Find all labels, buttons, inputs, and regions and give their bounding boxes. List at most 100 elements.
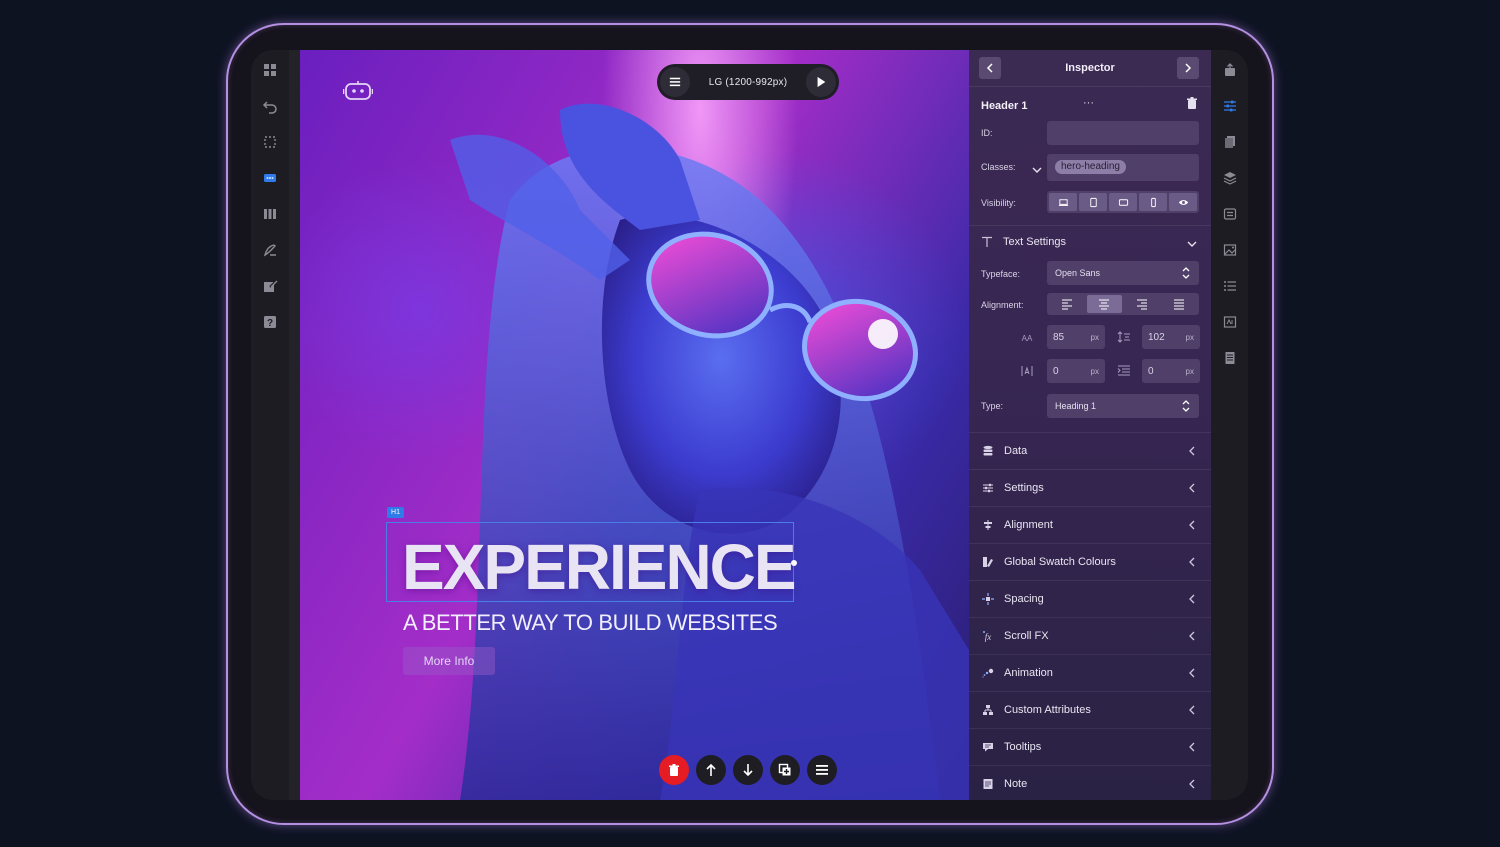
preview-button[interactable]: [806, 67, 836, 97]
select-area-icon[interactable]: [262, 134, 278, 150]
visibility-preview-button[interactable]: [1169, 193, 1197, 211]
left-toolbar: ?: [251, 50, 289, 800]
components-icon[interactable]: [262, 170, 278, 186]
duplicate-icon: [778, 763, 791, 776]
toolbar-divider: [289, 50, 300, 800]
undo-icon[interactable]: [262, 98, 278, 114]
media-library-icon[interactable]: [1223, 315, 1237, 329]
inspector-sliders-icon[interactable]: [1223, 99, 1237, 113]
layers-icon[interactable]: [1223, 171, 1237, 185]
align-justify-button[interactable]: [1162, 295, 1198, 313]
text-settings-title[interactable]: Text Settings: [1003, 236, 1066, 248]
more-info-button[interactable]: More Info: [403, 647, 495, 675]
element-more-button[interactable]: ···: [1083, 97, 1094, 109]
id-label: ID:: [981, 128, 993, 138]
hierarchy-icon: [981, 703, 995, 717]
duplicate-button[interactable]: [770, 755, 800, 785]
chevron-left-icon: [1189, 631, 1195, 641]
font-size-icon: AA: [1021, 333, 1033, 343]
id-input[interactable]: [1047, 121, 1199, 145]
hero-subheading[interactable]: A BETTER WAY TO BUILD WEBSITES: [403, 610, 778, 636]
list-icon[interactable]: [1223, 279, 1237, 293]
element-menu-button[interactable]: [807, 755, 837, 785]
typeface-label: Typeface:: [981, 269, 1021, 279]
hero-heading[interactable]: EXPERIENCE: [402, 530, 797, 604]
section-data[interactable]: Data: [969, 432, 1211, 469]
chevron-left-icon: [1189, 483, 1195, 493]
letter-spacing-value: 0: [1053, 365, 1059, 377]
swatch-icon: [981, 555, 995, 569]
section-spacing[interactable]: Spacing: [969, 580, 1211, 617]
menu-button[interactable]: [660, 67, 690, 97]
class-chip[interactable]: hero-heading: [1055, 160, 1126, 174]
app-screen: ? LG (1200-992px) H1 EXPERIENCE A BETTER…: [251, 50, 1248, 800]
section-settings[interactable]: Settings: [969, 469, 1211, 506]
section-alignment[interactable]: Alignment: [969, 506, 1211, 543]
section-animation[interactable]: Animation: [969, 654, 1211, 691]
delete-element-icon[interactable]: [1185, 96, 1199, 110]
classes-expand-chevron-icon[interactable]: [1032, 162, 1042, 173]
align-right-button[interactable]: [1124, 295, 1160, 313]
move-up-button[interactable]: [696, 755, 726, 785]
svg-text:?: ?: [267, 318, 273, 329]
typeface-select[interactable]: Open Sans: [1047, 261, 1199, 285]
laptop-icon: [1058, 198, 1068, 206]
export-icon[interactable]: [1223, 63, 1237, 77]
columns-icon[interactable]: [262, 206, 278, 222]
classes-input[interactable]: hero-heading: [1047, 154, 1199, 181]
visibility-toggles: [1047, 191, 1199, 213]
chevron-right-icon: [1185, 63, 1192, 73]
align-left-icon: [1061, 299, 1072, 310]
pen-icon[interactable]: [262, 242, 278, 258]
code-block-icon[interactable]: [1223, 207, 1237, 221]
font-size-value: 85: [1053, 331, 1065, 343]
image-icon[interactable]: [1223, 243, 1237, 257]
chevron-down-icon[interactable]: [1187, 236, 1197, 247]
delete-element-button[interactable]: [659, 755, 689, 785]
move-down-button[interactable]: [733, 755, 763, 785]
visibility-mobile-button[interactable]: [1139, 193, 1167, 211]
visibility-desktop-button[interactable]: [1049, 193, 1077, 211]
align-justify-icon: [1174, 299, 1185, 310]
design-canvas[interactable]: LG (1200-992px) H1 EXPERIENCE A BETTER W…: [300, 50, 969, 800]
robot-logo-icon: [342, 80, 374, 102]
document-icon[interactable]: [1223, 351, 1237, 365]
phone-icon: [1150, 197, 1156, 207]
viewport-label[interactable]: LG (1200-992px): [693, 77, 803, 88]
font-size-unit: px: [1090, 332, 1099, 342]
alignment-label: Alignment:: [981, 300, 1024, 310]
help-icon[interactable]: ?: [262, 314, 278, 330]
pages-icon[interactable]: [1223, 135, 1237, 149]
section-tooltips[interactable]: Tooltips: [969, 728, 1211, 765]
visibility-tablet-portrait-button[interactable]: [1079, 193, 1107, 211]
typeface-value: Open Sans: [1055, 268, 1101, 278]
section-global-swatch-colours[interactable]: Global Swatch Colours: [969, 543, 1211, 580]
database-icon: [981, 444, 995, 458]
section-custom-attributes[interactable]: Custom Attributes: [969, 691, 1211, 728]
section-label: Settings: [1004, 482, 1044, 494]
line-height-icon: [1117, 330, 1131, 344]
section-scroll-fx[interactable]: fx Scroll FX: [969, 617, 1211, 654]
visibility-tablet-landscape-button[interactable]: [1109, 193, 1137, 211]
inspector-panel: Inspector Header 1 ··· ID: Classes: hero…: [969, 50, 1211, 800]
line-height-input[interactable]: 102 px: [1142, 325, 1200, 349]
section-note[interactable]: Note: [969, 765, 1211, 800]
chevron-left-icon: [1189, 742, 1195, 752]
align-left-button[interactable]: [1049, 295, 1085, 313]
section-label: Custom Attributes: [1004, 704, 1091, 716]
grid-icon[interactable]: [262, 62, 278, 78]
select-arrows-icon: [1182, 267, 1190, 279]
heading-type-select[interactable]: Heading 1: [1047, 394, 1199, 418]
letter-spacing-input[interactable]: 0 px: [1047, 359, 1105, 383]
inspector-back-button[interactable]: [979, 57, 1001, 79]
font-size-input[interactable]: 85 px: [1047, 325, 1105, 349]
text-indent-unit: px: [1185, 366, 1194, 376]
text-indent-input[interactable]: 0 px: [1142, 359, 1200, 383]
tooltip-icon: [981, 740, 995, 754]
edit-icon[interactable]: [262, 278, 278, 294]
tablet-landscape-icon: [1118, 198, 1128, 206]
align-center-button[interactable]: [1086, 295, 1122, 313]
heading-type-value: Heading 1: [1055, 401, 1097, 411]
inspector-forward-button[interactable]: [1177, 57, 1199, 79]
play-icon: [817, 76, 826, 88]
